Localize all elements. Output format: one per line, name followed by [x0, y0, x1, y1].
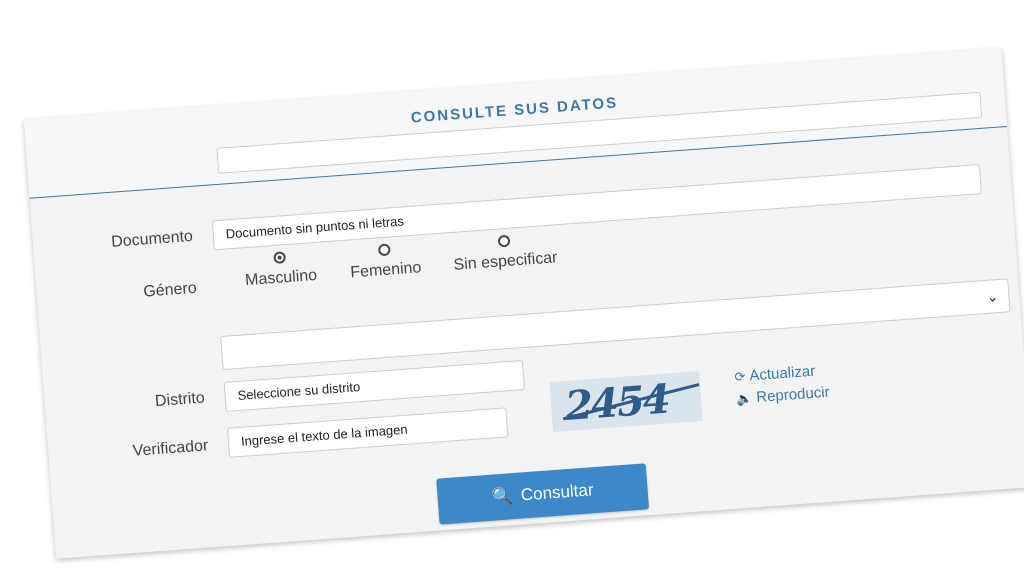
actualizar-label: Actualizar	[748, 362, 816, 385]
radio-label-masculino: Masculino	[244, 266, 318, 290]
verificador-label: Verificador	[132, 437, 209, 460]
distrito-placeholder: Seleccione su distrito	[237, 379, 361, 403]
chevron-down-icon: ⌄	[986, 288, 999, 305]
radio-masculino[interactable]: Masculino	[234, 248, 326, 290]
captcha-text: 2454	[563, 375, 671, 430]
consult-form-card: CONSULTE SUS DATOS Documento Documento s…	[23, 48, 1024, 559]
distrito-input[interactable]: Seleccione su distrito	[223, 360, 525, 412]
distrito-label: Distrito	[154, 389, 206, 411]
refresh-icon: ⟳	[734, 368, 747, 385]
verificador-input[interactable]: Ingrese el texto de la imagen	[226, 407, 509, 458]
documento-label: Documento	[110, 227, 194, 251]
consultar-button[interactable]: 🔍 Consultar	[436, 463, 650, 525]
page: CONSULTE SUS DATOS Documento Documento s…	[0, 0, 1024, 576]
radio-circle-masculino[interactable]	[273, 251, 287, 264]
actualizar-link[interactable]: ⟳ Actualizar	[734, 363, 816, 386]
radio-label-sin-especificar: Sin especificar	[453, 249, 559, 274]
radio-femenino[interactable]: Femenino	[339, 241, 431, 283]
verificador-placeholder: Ingrese el texto de la imagen	[240, 421, 409, 449]
documento-placeholder: Documento sin puntos ni letras	[225, 213, 405, 242]
audio-icon: 🔈	[735, 390, 753, 407]
radio-sin-especificar[interactable]: Sin especificar	[444, 231, 566, 276]
radio-label-femenino: Femenino	[349, 259, 422, 282]
documento-input[interactable]: Documento sin puntos ni letras	[211, 164, 982, 251]
search-icon: 🔍	[491, 486, 514, 507]
reproducir-link[interactable]: 🔈 Reproducir	[735, 383, 831, 408]
consultar-label: Consultar	[520, 480, 595, 505]
radio-circle-sin-especificar[interactable]	[497, 234, 511, 248]
radio-circle-femenino[interactable]	[377, 243, 391, 257]
genero-label: Género	[142, 279, 198, 301]
captcha-image: 2454	[549, 371, 703, 433]
reproducir-label: Reproducir	[755, 383, 831, 407]
